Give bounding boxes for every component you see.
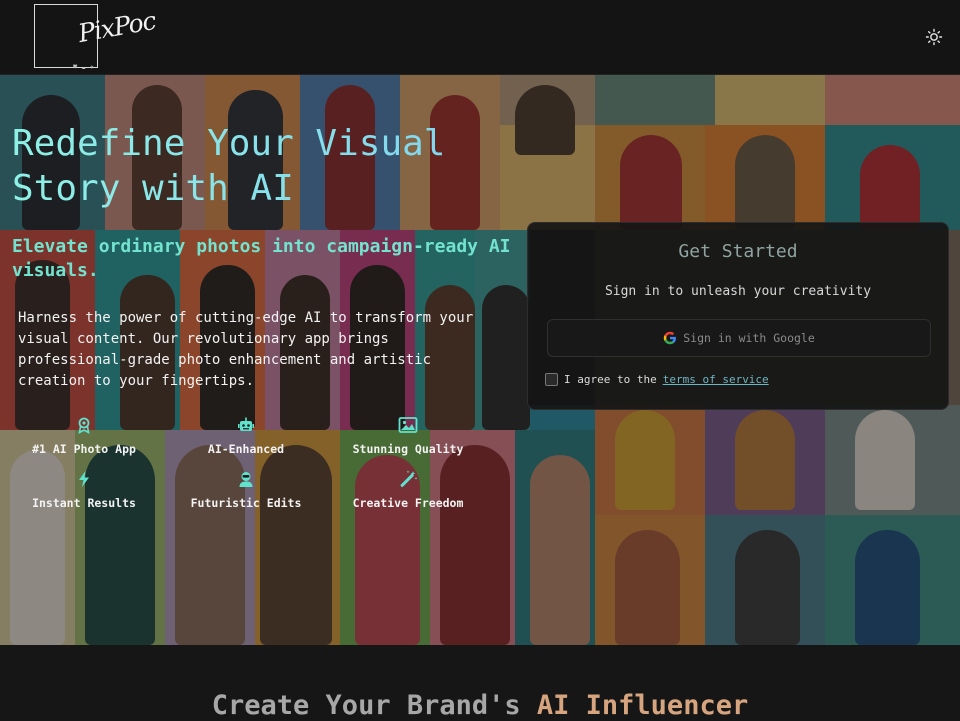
card-subtitle: Sign in to unleash your creativity	[604, 284, 872, 299]
image-icon	[398, 417, 418, 433]
feature-instant-results: Instant Results	[0, 470, 169, 511]
feature-creative-freedom: Creative Freedom	[323, 470, 493, 511]
sun-icon	[925, 28, 943, 46]
lightning-icon	[79, 471, 89, 487]
robot-icon	[238, 417, 254, 431]
card-title: Get Started	[678, 241, 798, 262]
section-heading: Create Your Brand's AI Influencer	[0, 690, 960, 721]
feature-label: AI-Enhanced	[207, 442, 285, 456]
google-button-label: Sign in with Google	[683, 331, 815, 345]
hero-description: Harness the power of cutting-edge AI to …	[18, 310, 474, 389]
feature-label: Creative Freedom	[352, 496, 464, 510]
google-icon	[664, 331, 677, 345]
feature-futuristic-edits: Futuristic Edits	[161, 470, 331, 511]
top-header: PixPoc ♥ ☁ ✈	[0, 0, 960, 75]
magic-wand-icon	[400, 470, 418, 488]
robot-face-icon	[239, 472, 253, 487]
feature-label: Stunning Quality	[352, 442, 464, 456]
sign-in-card: Get Started Sign in to unleash your crea…	[527, 222, 949, 410]
award-icon	[78, 417, 90, 434]
logo-text: PixPoc	[75, 5, 158, 49]
feature-stunning-quality: Stunning Quality	[323, 416, 493, 457]
terms-agreement: I agree to the terms of service	[545, 373, 769, 386]
feature-label: Instant Results	[32, 496, 136, 510]
terms-of-service-link[interactable]: terms of service	[663, 373, 769, 386]
feature-top-ai-app: #1 AI Photo App	[0, 416, 169, 457]
hero-title: Redefine Your Visual Story with AI	[12, 121, 532, 211]
heading-accent: AI Influencer	[536, 690, 749, 721]
feature-ai-enhanced: AI-Enhanced	[161, 416, 331, 457]
hero-subtitle: Elevate ordinary photos into campaign-re…	[12, 236, 511, 281]
heading-prefix: Create Your Brand's	[211, 690, 521, 721]
feature-label: #1 AI Photo App	[32, 442, 136, 456]
feature-label: Futuristic Edits	[190, 496, 302, 510]
terms-checkbox[interactable]	[545, 373, 558, 386]
google-sign-in-button[interactable]: Sign in with Google	[547, 319, 931, 357]
brand-logo[interactable]: PixPoc ♥ ☁ ✈	[34, 4, 158, 71]
agree-label: I agree to the	[564, 373, 657, 386]
theme-toggle-button[interactable]	[924, 27, 944, 47]
logo-subtext: ♥ ☁ ✈	[73, 63, 95, 71]
